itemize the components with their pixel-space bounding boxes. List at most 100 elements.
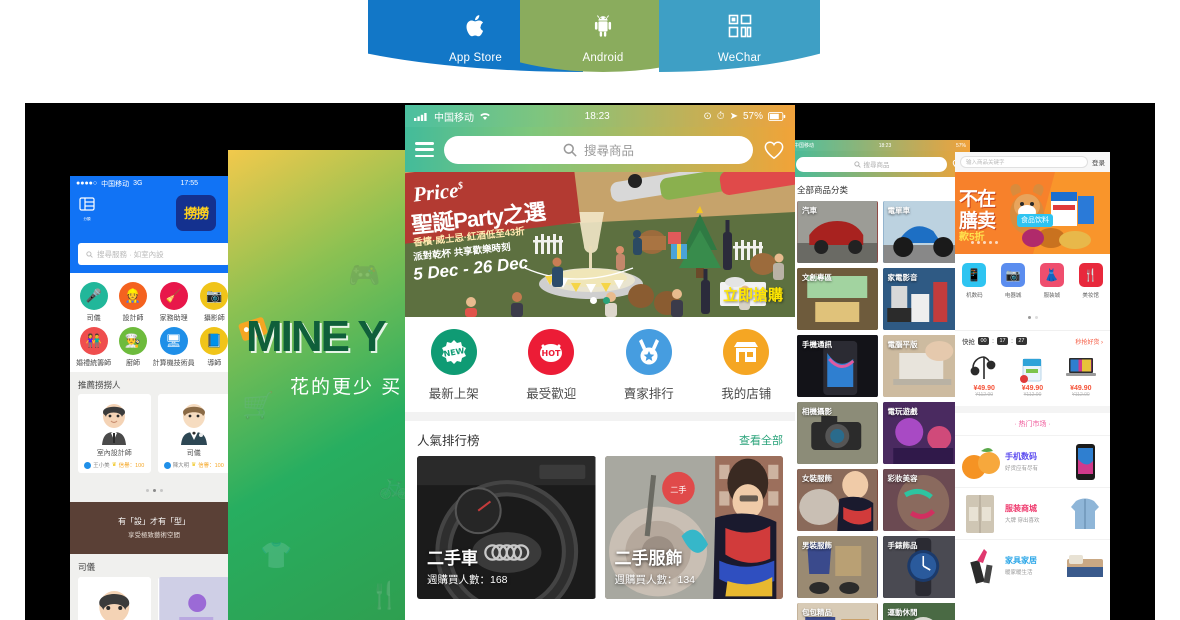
- market-text: 手机数码 好货应有尽有: [1001, 451, 1064, 472]
- mall-icon-beauty[interactable]: 🍴 美妆馆: [1071, 263, 1110, 299]
- mall-icons-row: 📱 机数码 📷 电器城 👗 服装城 🍴 美妆馆: [955, 254, 1110, 306]
- alarm-icon: ⏱: [716, 110, 725, 122]
- person-card[interactable]: 室內設計師 王小美 ♛ 信譽：100: [78, 394, 151, 473]
- couple-icon: 👫: [79, 327, 108, 355]
- category-tile[interactable]: 家電影音: [882, 268, 963, 330]
- ranking-item-car[interactable]: 二手車 週購買人數：168: [417, 456, 596, 599]
- category-tile[interactable]: 運動休閒: [882, 603, 963, 620]
- search-placeholder-text: 搜尋服務 · 如室內設: [97, 249, 164, 259]
- favorites-icon[interactable]: [763, 140, 785, 160]
- flash-product[interactable]: ¥49.90 ¥112.00: [1057, 351, 1105, 398]
- teacher-icon: 📘: [200, 327, 229, 355]
- category-tile[interactable]: 汽車: [797, 201, 878, 263]
- person-role: 室內設計師: [96, 450, 132, 457]
- category-tile[interactable]: 手機通訊: [797, 335, 878, 397]
- ranking-item-fashion[interactable]: 二手 二手服飾 週購買人數：134: [604, 456, 783, 599]
- banner-pagination-dots[interactable]: [969, 231, 999, 249]
- hamburger-menu-icon[interactable]: [415, 142, 434, 157]
- battery-percent-label: 57%: [742, 110, 763, 122]
- banner-cta-button[interactable]: 立即搶購: [723, 284, 783, 305]
- quick-link-seller-rank[interactable]: 賣家排行: [600, 329, 698, 402]
- banner-brand-sup: $: [457, 180, 464, 192]
- category-tile[interactable]: 包包精品: [797, 603, 878, 620]
- mall-icon-digital[interactable]: 📱 机数码: [955, 263, 994, 299]
- category-tile[interactable]: 電單車: [882, 201, 963, 263]
- flash-product[interactable]: ¥49.90 ¥112.00: [1008, 351, 1056, 398]
- flash-product-price: ¥49.90: [1021, 385, 1044, 392]
- market-row[interactable]: 家具家居 暖家暖生活: [955, 539, 1110, 591]
- category-tile[interactable]: 相機攝影: [797, 402, 878, 464]
- platform-tabs: App Store Android WeChar: [368, 0, 820, 72]
- flash-product[interactable]: ¥49.90 ¥112.00: [960, 351, 1008, 398]
- promo-banner-food[interactable]: 不在 膳卖 款5折 食品饮料: [955, 172, 1110, 254]
- recommend-people-list: 室內設計師 王小美 ♛ 信譽：100 司儀 陳大明 ♛ 信譽：100: [70, 394, 238, 479]
- person-card[interactable]: 司儀 陳大明 ♛ 信譽：100: [157, 394, 230, 473]
- category-tile[interactable]: 女裝服飾: [797, 469, 878, 531]
- medal-icon: [625, 329, 672, 375]
- category-menu-icon[interactable]: 分類: [79, 197, 95, 221]
- login-button[interactable]: 登录: [1092, 157, 1105, 167]
- search-input[interactable]: 搜尋商品: [444, 135, 753, 164]
- ranking-view-all-link[interactable]: 查看全部: [739, 432, 783, 448]
- service-category-grid: 🎤 司儀 👷 設計師 🧹 家務助理 📷 攝影師 👫 婚禮統籌師 👨‍🍳 廚師 🖥 計算機技術員…: [70, 273, 238, 372]
- quick-link-my-shop[interactable]: 我的店铺: [698, 329, 796, 402]
- promo-line-2: 享受極致藝術空間: [128, 532, 180, 539]
- wifi-icon: [480, 113, 490, 121]
- carrier-label: 中国移动: [101, 180, 130, 188]
- service-category-item[interactable]: 👨‍🍳 廚師: [113, 327, 152, 368]
- shop-icon: [723, 329, 770, 375]
- service-category-item[interactable]: 🖥 計算機技術員: [153, 327, 195, 368]
- search-input[interactable]: 输入商品关键字: [960, 156, 1088, 168]
- mc-card[interactable]: [78, 577, 151, 620]
- tab-wechat[interactable]: WeChar: [659, 0, 820, 72]
- category-tile[interactable]: 男裝服飾: [797, 536, 878, 598]
- section-divider: [405, 412, 795, 421]
- countdown-seconds: 27: [1015, 337, 1027, 345]
- location-icon: ➤: [729, 110, 738, 122]
- category-tile[interactable]: 文創專區: [797, 268, 878, 330]
- status-bar: 中国移动 18:23 ⊙ ⏱ ➤ 57%: [405, 105, 795, 127]
- carousel-dots[interactable]: [70, 479, 238, 502]
- market-name: 家具家居: [1005, 556, 1037, 565]
- nav-bar: 输入商品关键字 登录: [955, 152, 1110, 172]
- promo-banner-christmas[interactable]: Price$ 聖誕Party之選 香檳·威士忌·紅酒低至43折 派對乾杯 共享歡…: [405, 172, 795, 317]
- quick-link-label: 最新上架: [428, 387, 479, 401]
- category-tile[interactable]: 電腦平版: [882, 335, 963, 397]
- mall-icon-label: 电器城: [1004, 293, 1022, 299]
- category-tile[interactable]: 彩妝美容: [882, 469, 963, 531]
- carrier-label: 中国移动: [434, 112, 474, 124]
- category-tile[interactable]: 電玩遊戲: [882, 402, 963, 464]
- quick-link-new[interactable]: NEW 最新上架: [405, 329, 503, 402]
- laptop-icon: [1057, 351, 1105, 385]
- icons-pagination-dots[interactable]: [955, 306, 1110, 330]
- mall-icon-clothing[interactable]: 👗 服装城: [1033, 263, 1072, 299]
- svg-text:二手: 二手: [670, 484, 686, 494]
- flash-sale-more-link[interactable]: 秒抢好货 ›: [1075, 337, 1103, 346]
- category-tile-label: 女裝服飾: [802, 474, 832, 483]
- service-category-item[interactable]: 🎤 司儀: [74, 282, 113, 323]
- service-category-item[interactable]: 👷 設計師: [113, 282, 152, 323]
- banner-pagination-dots[interactable]: [587, 291, 613, 309]
- signal-icon: [414, 112, 427, 121]
- search-input[interactable]: 搜尋商品: [796, 156, 947, 172]
- category-tile[interactable]: 手錶飾品: [882, 536, 963, 598]
- signal-dots-icon: ●●●●○: [76, 180, 98, 187]
- category-tile-label: 運動休閒: [887, 608, 918, 617]
- mall-icon-appliance[interactable]: 📷 电器城: [994, 263, 1033, 299]
- banner-tag: 食品饮料: [1017, 214, 1053, 227]
- flash-sale-label: 快抢: [962, 339, 975, 346]
- search-placeholder-text: 搜尋商品: [863, 162, 890, 169]
- market-row[interactable]: 手机数码 好货应有尽有: [955, 435, 1110, 487]
- lipstick-image: [959, 545, 1001, 587]
- promo-banner[interactable]: 有「設」才有「型」 享受極致藝術空間: [70, 502, 238, 554]
- category-tile-label: 家電影音: [887, 273, 918, 282]
- network-label: 3G: [133, 180, 143, 187]
- search-input[interactable]: 搜尋服務 · 如室內設: [78, 243, 230, 265]
- market-row[interactable]: 服装商城 大牌 穿出喜欢: [955, 487, 1110, 539]
- mall-icon-label: 机数码: [966, 293, 983, 299]
- service-category-item[interactable]: 🧹 家務助理: [153, 282, 195, 323]
- quick-link-hot[interactable]: HOT 最受歡迎: [503, 329, 601, 402]
- watermark-cutlery-icon: 🍴: [368, 580, 401, 610]
- mc-card[interactable]: [157, 577, 230, 620]
- service-category-item[interactable]: 👫 婚禮統籌師: [74, 327, 113, 368]
